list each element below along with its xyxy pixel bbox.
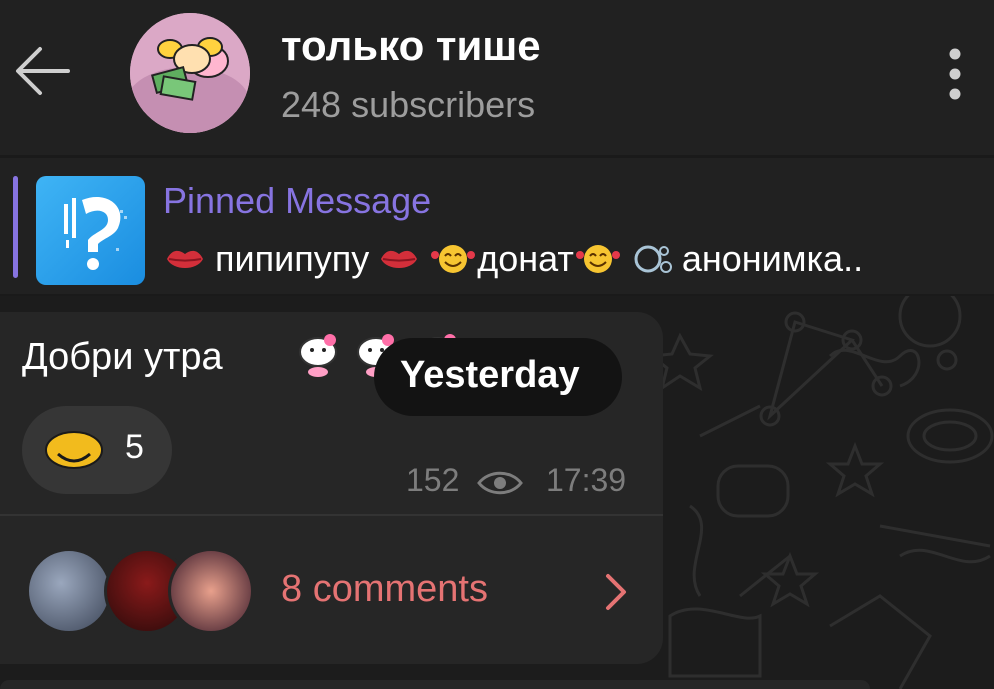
hello-kitty-emoji <box>299 334 337 377</box>
pinned-preview: пипипупу донат анонимка.. <box>163 238 989 280</box>
bubbles-icon <box>634 245 672 273</box>
channel-title[interactable]: только тише <box>281 22 541 70</box>
pinned-message-bar[interactable]: Pinned Message пипипупу донат анонимка.. <box>0 158 994 294</box>
eye-icon <box>477 471 523 495</box>
avatar-image <box>130 13 250 133</box>
smiling-face-icon <box>575 245 620 273</box>
comments-divider <box>0 514 663 516</box>
pinned-text-3: анонимка.. <box>681 238 864 279</box>
lips-icon <box>381 250 418 268</box>
pinned-text-2: донат <box>477 238 574 279</box>
arrow-left-icon[interactable] <box>12 40 74 102</box>
pinned-text-1: пипипупу <box>215 238 370 279</box>
channel-avatar[interactable] <box>130 13 250 133</box>
commenter-avatar <box>26 548 112 634</box>
pinned-thumbnail <box>36 176 145 285</box>
question-mark-icon <box>64 196 127 270</box>
subscriber-count: 248 subscribers <box>281 84 536 125</box>
blushing-face-icon <box>45 431 103 469</box>
commenter-avatar <box>168 548 254 634</box>
chevron-right-icon[interactable] <box>602 572 630 612</box>
comments-link[interactable]: 8 comments <box>281 568 488 611</box>
smiling-face-icon <box>431 245 476 273</box>
pinned-title: Pinned Message <box>163 180 432 221</box>
message-text: Добри утра <box>22 336 223 378</box>
more-vertical-icon[interactable] <box>938 46 972 102</box>
lips-icon <box>167 250 203 268</box>
reaction-count: 5 <box>125 428 144 466</box>
reaction-chip[interactable] <box>22 406 172 494</box>
date-badge-label: Yesterday <box>400 354 580 396</box>
message-time: 17:39 <box>546 462 627 498</box>
pinned-indicator <box>13 176 18 278</box>
view-count: 152 <box>406 462 460 498</box>
next-message-edge <box>0 680 870 689</box>
